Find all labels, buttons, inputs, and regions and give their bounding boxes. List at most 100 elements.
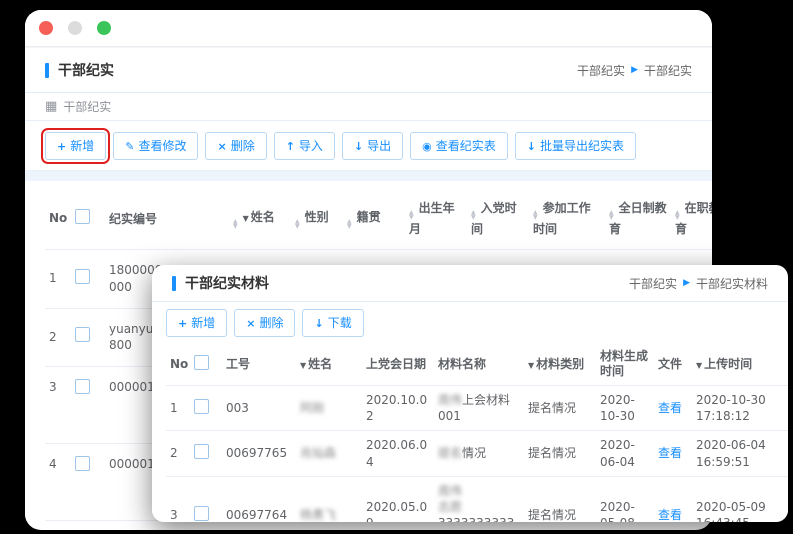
sort-icon[interactable]: ▲▼ [295, 219, 300, 229]
table-cell: 查看 [654, 431, 692, 476]
toolbar-button[interactable]: ✎ 查看修改 [113, 132, 198, 160]
cell-text: 2020.05.09 [366, 500, 427, 522]
traffic-light-maximize-icon[interactable] [97, 21, 111, 35]
sort-down-caret: ▼ [609, 215, 614, 220]
cell-text: 2 [49, 330, 57, 344]
column-label: 姓名 [251, 210, 275, 224]
redacted-text: 周伟 [438, 393, 462, 407]
toolbar-button[interactable]: ↓ 导出 [342, 132, 403, 160]
table-row[interactable]: 1003阿刚2020.10.02周伟上会材料001提名情况2020-10-30查… [166, 386, 788, 431]
row-checkbox[interactable] [75, 327, 90, 342]
sort-icon[interactable]: ▲▼ [675, 210, 680, 220]
view-file-link[interactable]: 查看 [658, 446, 682, 460]
redacted-text: 周伟 [438, 484, 462, 498]
cell-text: 2020-06-04 [600, 438, 635, 468]
filter-icon[interactable]: ▼ [243, 214, 249, 223]
page-header: 干部纪实 干部纪实 ▶ 干部纪实 [25, 47, 712, 93]
sort-down-caret: ▼ [675, 215, 680, 220]
close-icon: × [217, 141, 226, 152]
breadcrumb-item-current: 干部纪实 [644, 62, 692, 79]
column-label: 材料类别 [536, 357, 584, 371]
export-icon: ↓ [354, 141, 363, 152]
sort-icon[interactable]: ▲▼ [409, 210, 414, 220]
select-all-checkbox[interactable] [194, 355, 209, 370]
column-label: 性别 [305, 210, 329, 224]
column-header: ▲▼参加工作时间 [529, 187, 605, 250]
toolbar-button[interactable]: +新增 [45, 132, 106, 160]
table-cell [190, 386, 222, 431]
column-header: ▲▼出生年月 [405, 187, 467, 250]
plus-icon: + [57, 141, 66, 152]
table-header-row: No纪实编号▲▼▼姓名▲▼性别▲▼籍贯▲▼出生年月▲▼入党时间▲▼参加工作时间▲… [45, 187, 712, 250]
button-label: 查看修改 [138, 140, 186, 152]
filter-icon[interactable]: ▼ [696, 361, 702, 370]
filter-icon[interactable]: ▼ [300, 361, 306, 370]
cell-text: 2 [170, 446, 178, 460]
cell-text: 3 [49, 380, 57, 394]
cell-text: 333333333333 [438, 516, 514, 522]
table-cell: 2020-05-09 16:43:45 [692, 476, 788, 522]
table-cell: 2020-06-04 [596, 431, 654, 476]
cadre-materials-window: 干部纪实材料 干部纪实 ▶ 干部纪实材料 +新增×删除↓下载 No工号▼姓名上党… [152, 265, 788, 522]
cell-text: 2020-05-08 [600, 500, 635, 522]
button-label: 新增 [191, 317, 215, 329]
row-checkbox[interactable] [194, 506, 209, 521]
table-cell: 1 [166, 386, 190, 431]
plus-icon: + [178, 318, 187, 329]
toolbar-button[interactable]: ◉查看纪实表 [410, 132, 508, 160]
front-toolbar: + 新增 ×删除↓下载 [152, 302, 788, 343]
cell-text: 情况 [462, 446, 486, 460]
row-checkbox[interactable] [194, 399, 209, 414]
button-label: 下载 [328, 317, 352, 329]
column-header: 材料生成时间 [596, 343, 654, 386]
sort-down-caret: ▼ [533, 215, 538, 220]
view-file-link[interactable]: 查看 [658, 401, 682, 415]
toolbar-button[interactable]: ↑导入 [274, 132, 335, 160]
row-checkbox[interactable] [194, 444, 209, 459]
select-all-checkbox[interactable] [75, 209, 90, 224]
select-all-header [190, 343, 222, 386]
table-row[interactable]: 200697765肖灿森2020.06.04提名情况提名情况2020-06-04… [166, 431, 788, 476]
page-title: 干部纪实 [45, 60, 114, 80]
column-header: ▼材料类别 [524, 343, 596, 386]
cell-text: 2020.06.04 [366, 438, 427, 468]
toolbar-button[interactable]: ↓批量导出纪实表 [515, 132, 636, 160]
sort-down-caret: ▼ [233, 224, 238, 229]
toolbar-button[interactable]: + 新增 [166, 309, 227, 337]
button-label: 导出 [367, 140, 391, 152]
edit-icon: ✎ [125, 141, 134, 152]
table-cell: 2 [45, 308, 71, 367]
column-label: 参加工作时间 [533, 201, 591, 236]
view-file-link[interactable]: 查看 [658, 508, 682, 522]
sort-icon[interactable]: ▲▼ [533, 210, 538, 220]
table-row[interactable]: 300697764杨勇飞2020.05.09周伟志愿333333333333提名… [166, 476, 788, 522]
sort-icon[interactable]: ▲▼ [233, 219, 238, 229]
breadcrumb-item[interactable]: 干部纪实 [577, 62, 625, 79]
filter-icon[interactable]: ▼ [528, 361, 534, 370]
column-header: ▼上传时间 [692, 343, 788, 386]
sort-icon[interactable]: ▲▼ [347, 219, 352, 229]
traffic-light-close-icon[interactable] [39, 21, 53, 35]
traffic-light-minimize-icon[interactable] [68, 21, 82, 35]
cell-text: 1 [49, 271, 57, 285]
column-label: 在职教育 [675, 201, 712, 236]
toolbar-button[interactable]: ×删除 [205, 132, 266, 160]
sort-icon[interactable]: ▲▼ [609, 210, 614, 220]
row-checkbox[interactable] [75, 269, 90, 284]
back-toolbar: +新增 ✎ 查看修改 ×删除 ↑导入 ↓ 导出 ◉查看纪实表↓批量导出纪实表 [25, 121, 712, 171]
sort-icon[interactable]: ▲▼ [471, 210, 476, 220]
table-cell: 2020.05.09 [362, 476, 434, 522]
row-checkbox[interactable] [75, 379, 90, 394]
table-cell [71, 367, 105, 444]
table-cell: 周伟志愿333333333333 [434, 476, 524, 522]
table-cell: 4 [45, 444, 71, 521]
toolbar-button[interactable]: ×删除 [234, 309, 295, 337]
toolbar-button[interactable]: ↓下载 [302, 309, 363, 337]
column-label: 材料名称 [438, 357, 486, 371]
table-cell: 提名情况 [524, 386, 596, 431]
cell-text: 2020-05-09 16:43:45 [696, 500, 766, 522]
title-accent-bar [172, 276, 176, 291]
row-checkbox[interactable] [75, 456, 90, 471]
column-label: 上传时间 [704, 357, 752, 371]
breadcrumb-item[interactable]: 干部纪实 [629, 275, 677, 292]
